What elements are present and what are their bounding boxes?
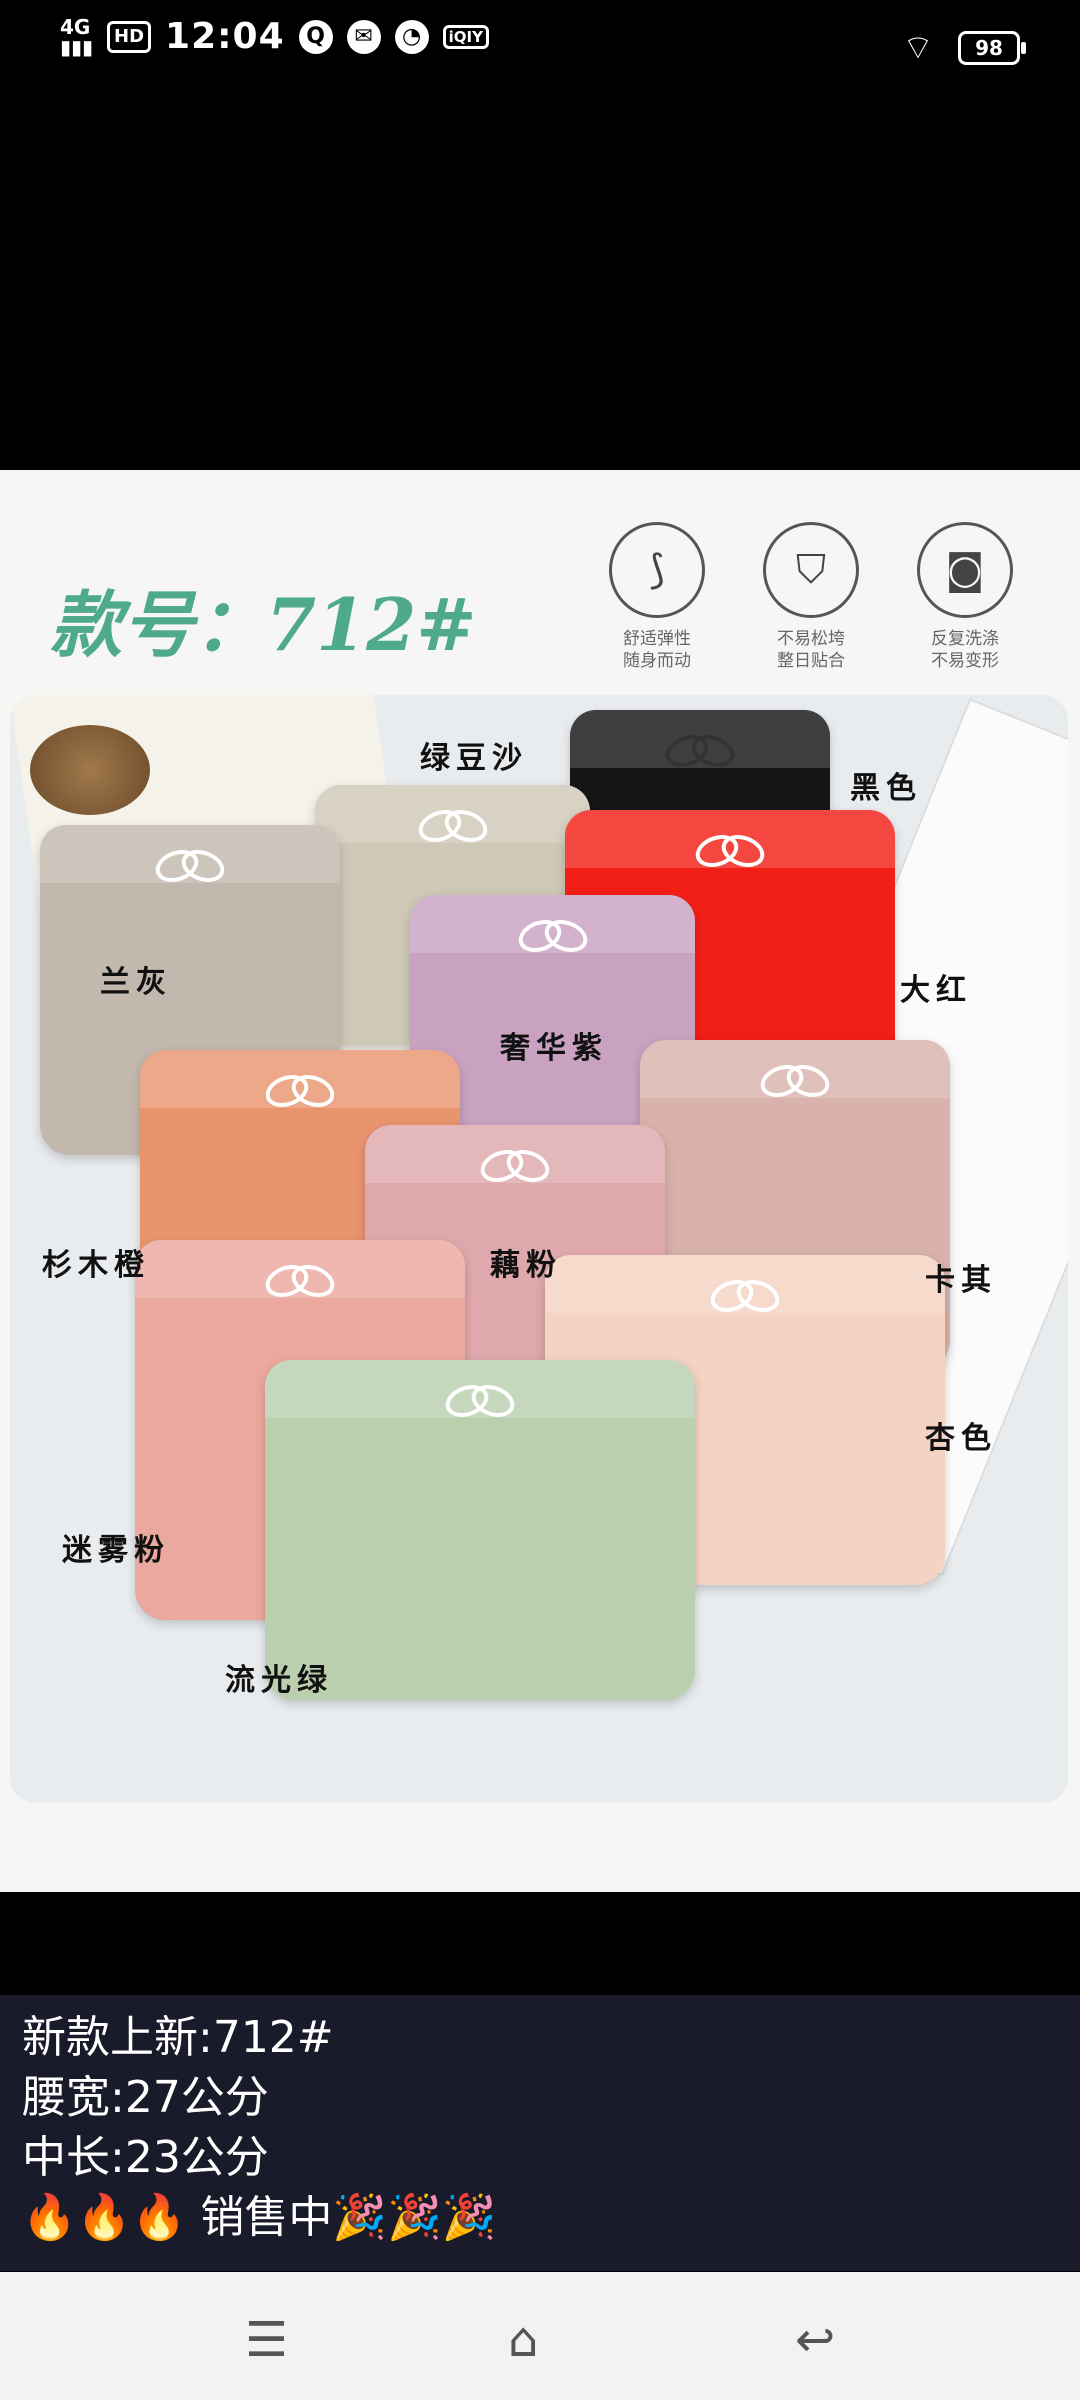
feature-icons: ⟆ 舒适弹性 随身而动 ⛉ 不易松垮 整日贴合 ◙ 反复洗涤 不易变形 bbox=[602, 522, 1020, 672]
feature-line: 随身而动 bbox=[623, 651, 691, 671]
color-label: 迷雾粉 bbox=[62, 1533, 170, 1568]
washing-machine-icon: ◙ bbox=[917, 522, 1013, 618]
caption-line: 中长:23公分 bbox=[22, 2132, 269, 2183]
mail-icon: ✉ bbox=[346, 19, 381, 54]
menu-icon[interactable]: ☰ bbox=[245, 2312, 288, 2368]
feature-line: 不易松垮 bbox=[777, 629, 845, 649]
feature-line: 不易变形 bbox=[931, 651, 999, 671]
feature-line: 整日贴合 bbox=[777, 651, 845, 671]
caption-line: 腰宽:27公分 bbox=[22, 2072, 269, 2123]
home-icon[interactable]: ⌂ bbox=[508, 2312, 538, 2368]
color-label: 大红 bbox=[900, 973, 972, 1008]
feature-line: 舒适弹性 bbox=[623, 629, 691, 649]
color-label: 杏色 bbox=[925, 1421, 997, 1456]
navigation-bar: ☰ ⌂ ↩ bbox=[0, 2272, 1080, 2400]
caption-line: 🔥🔥🔥 销售中🎉🎉🎉 bbox=[22, 2192, 497, 2243]
gauge-icon: ◔ bbox=[394, 19, 429, 54]
product-photo: 绿豆沙 黑色 兰灰 大红 奢华紫 杉木橙 藕粉 卡其 杏色 迷雾粉 流光绿 bbox=[10, 695, 1068, 1803]
feature-line: 反复洗涤 bbox=[931, 629, 999, 649]
feature-washable: ◙ 反复洗涤 不易变形 bbox=[910, 522, 1020, 672]
feature-elasticity: ⟆ 舒适弹性 随身而动 bbox=[602, 522, 712, 672]
color-label: 奢华紫 bbox=[500, 1031, 608, 1066]
post-caption: 新款上新:712# 腰宽:27公分 中长:23公分 🔥🔥🔥 销售中🎉🎉🎉 bbox=[0, 1995, 1080, 2271]
network-type: 4G bbox=[60, 14, 91, 39]
wifi-icon: ⌔ bbox=[902, 28, 934, 68]
caption-line: 新款上新:712# bbox=[22, 2012, 334, 2063]
elasticity-icon: ⟆ bbox=[609, 522, 705, 618]
shirt-fit-icon: ⛉ bbox=[763, 522, 859, 618]
back-icon[interactable]: ↩ bbox=[795, 2312, 835, 2368]
color-label: 流光绿 bbox=[225, 1663, 333, 1698]
notification-q-icon: Q bbox=[298, 19, 333, 54]
pine-cone-decoration bbox=[30, 725, 150, 815]
battery-indicator: 98 bbox=[958, 30, 1026, 65]
color-label: 藕粉 bbox=[490, 1248, 562, 1283]
model-number: 款号：712# bbox=[50, 582, 477, 667]
color-label: 卡其 bbox=[925, 1263, 997, 1298]
hd-icon: HD bbox=[107, 20, 152, 53]
clock: 12:04 bbox=[165, 16, 285, 57]
color-label: 黑色 bbox=[850, 771, 922, 806]
color-label: 兰灰 bbox=[100, 965, 172, 1000]
status-bar: 4G ▮▮▮ HD 12:04 Q ✉ ◔ iQIY ⌔ 98 bbox=[0, 0, 1080, 86]
color-label: 杉木橙 bbox=[42, 1248, 150, 1283]
garment-green bbox=[265, 1360, 695, 1700]
product-image[interactable]: 款号：712# ⟆ 舒适弹性 随身而动 ⛉ 不易松垮 整日贴合 ◙ 反复洗涤 不… bbox=[0, 470, 1080, 1892]
feature-fit: ⛉ 不易松垮 整日贴合 bbox=[756, 522, 866, 672]
color-label: 绿豆沙 bbox=[420, 741, 528, 776]
iqiyi-icon: iQIY bbox=[442, 24, 489, 49]
signal-icon: 4G ▮▮▮ bbox=[60, 14, 94, 59]
